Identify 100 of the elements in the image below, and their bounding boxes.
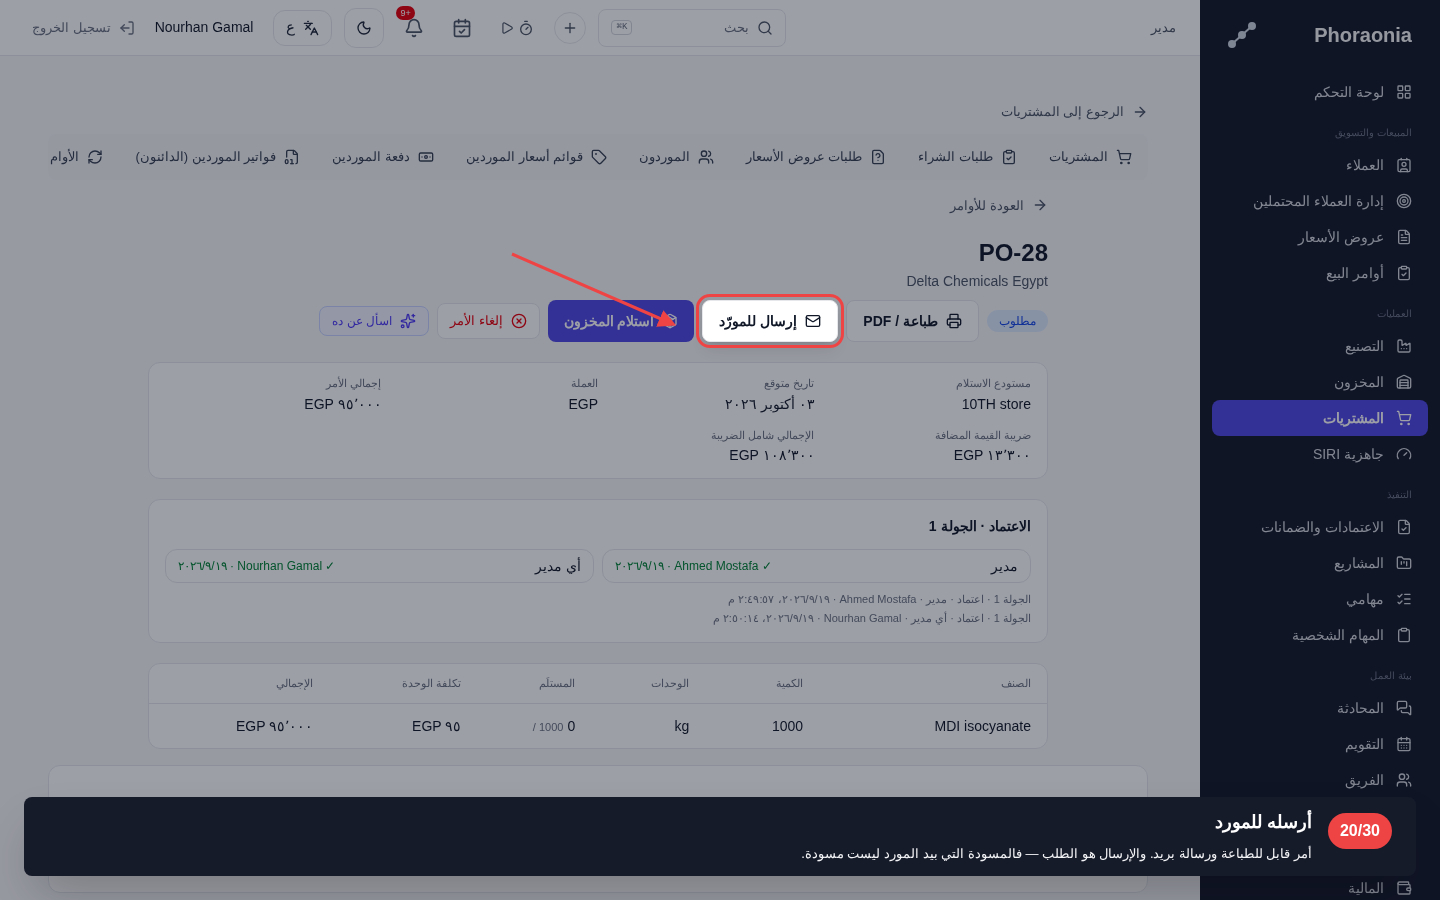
sidebar-item[interactable]: أوامر البيع (1212, 255, 1428, 291)
clipboard-icon (1396, 627, 1412, 643)
approval-result: ✓ Ahmed Mostafa · ٢٠٢٦/٩/١٩ (615, 558, 772, 575)
tour-text: أمر قابل للطباعة ورسالة بريد. والإرسال هو الطلب — فالمسودة التي بيد المورد ليست مسودة. (801, 845, 1312, 864)
tab[interactable]: المشتريات (1049, 146, 1132, 167)
tab[interactable]: الموردون (639, 146, 715, 167)
user-name: Nourhan Gamal (153, 18, 255, 37)
detail-label: مستودع الاستلام (955, 376, 1031, 392)
column-header: الوحدات (651, 676, 690, 692)
action-button[interactable]: اسأل عن ده (319, 306, 429, 336)
clipboard-icon (1001, 148, 1017, 165)
grid-icon (1396, 84, 1412, 100)
detail-value: 10TH store (961, 394, 1031, 414)
logout-button[interactable]: تسجيل الخروج (32, 17, 135, 38)
contact-icon (1396, 157, 1412, 173)
back-to-orders-link[interactable]: العودة للأوامر (950, 195, 1048, 215)
folder-icon (1396, 555, 1412, 571)
back-link[interactable]: الرجوع إلى المشتريات (1000, 102, 1148, 122)
file-question-icon (870, 148, 887, 165)
cart-icon (1116, 148, 1132, 165)
column-header: الكمية (776, 676, 804, 692)
status-badge: مطلوب (987, 310, 1048, 332)
sidebar-item[interactable]: المشاريع (1212, 545, 1428, 581)
detail-label: تاريخ متوقع (764, 376, 815, 392)
sidebar-item[interactable]: المخزون (1212, 364, 1428, 400)
sidebar-item[interactable]: المهام الشخصية (1212, 617, 1428, 653)
translate-icon (303, 19, 320, 36)
tab[interactable]: فواتير الموردين (الدائنون) (135, 146, 301, 167)
logo-text: Phoraonia (1314, 23, 1412, 48)
detail-value: EGP ١٠٨٬٣٠٠ (729, 446, 815, 465)
theme-button[interactable] (344, 7, 385, 48)
logout-icon (118, 19, 135, 36)
detail-value: ٠٣ أكتوبر ٢٠٢٦ (724, 394, 815, 415)
tab[interactable]: طلبات عروض الأسعار (746, 146, 887, 167)
timer-icon (518, 19, 535, 36)
sidebar-item[interactable]: التقويم (1212, 726, 1428, 762)
order-number: PO-28 (978, 238, 1048, 268)
detail-label: ضريبة القيمة المضافة (934, 427, 1031, 443)
sidebar-item[interactable]: عروض الأسعار (1212, 219, 1428, 255)
bell-icon (404, 17, 425, 38)
document-icon (1396, 229, 1412, 245)
step-counter: 20/30 (1327, 813, 1392, 849)
column-header: الصنف (1001, 676, 1031, 692)
table-cell-text: kg (674, 716, 690, 736)
search-input[interactable]: بحث (640, 17, 750, 38)
detail-value: EGP ١٣٬٣٠٠ (953, 446, 1031, 465)
approval-title: الاعتماد · الجولة 1 (928, 517, 1031, 537)
sidebar-item[interactable]: جاهزية SIRI (1212, 436, 1428, 472)
sidebar-item[interactable]: الفريق (1212, 762, 1428, 798)
gauge-icon (1396, 446, 1412, 462)
detail-label: الإجمالي شامل الضريبة (711, 427, 815, 443)
sidebar-item[interactable]: العملاء (1212, 147, 1428, 183)
file-check-icon (1396, 519, 1412, 535)
x-circle-icon (510, 313, 527, 329)
sidebar-item[interactable]: مهامي (1212, 581, 1428, 617)
ordered-quantity: / 1000 (532, 719, 564, 735)
role-label: مدير (1151, 18, 1176, 37)
sidebar-item[interactable]: المشتريات (1212, 400, 1428, 436)
mail-icon (805, 313, 822, 329)
action-button[interactable]: إلغاء الأمر (436, 303, 540, 339)
table-cell-text: MDI isocyanate (934, 716, 1031, 736)
detail-value: EGP ٩٥٬٠٠٠ (304, 394, 382, 414)
received-quantity: 0 (567, 716, 576, 736)
notification-badge: +9 (396, 5, 415, 20)
column-header: الإجمالي (276, 676, 314, 692)
calendar-icon (452, 17, 473, 38)
logo-icon (1228, 22, 1256, 48)
table-cell-text: EGP ٩٥٬٠٠٠ (235, 716, 314, 736)
wallet-icon (1396, 880, 1412, 896)
language-button[interactable]: ع (273, 9, 333, 46)
approval-log-entry: الجولة 1 · اعتماد · مدير · Ahmed Mostafa · ٢٠٢٦/٩/١٩، ٢:٤٩:٥٧ م (728, 592, 1031, 608)
users-icon (1396, 772, 1412, 788)
sidebar-item[interactable]: التصنيع (1212, 328, 1428, 364)
tab[interactable]: طلبات الشراء (918, 146, 1017, 167)
sidebar-item[interactable]: المحادثة (1212, 690, 1428, 726)
sidebar-item[interactable]: المالية (1212, 870, 1428, 900)
approval-log-entry: الجولة 1 · اعتماد · أي مدير · Nourhan Gamal · ٢٠٢٦/٩/١٩، ٢:٥٠:١٤ م (712, 610, 1031, 626)
calendar-icon (1396, 736, 1412, 752)
factory-icon (1396, 338, 1412, 354)
tab[interactable]: دفعة الموردين (332, 146, 434, 167)
supplier-name: Delta Chemicals Egypt (906, 272, 1048, 291)
approver-role: مدير (991, 556, 1018, 577)
approval-result: ✓ Nourhan Gamal · ٢٠٢٦/٩/١٩ (178, 558, 336, 575)
table-cell-text: 1000 (771, 716, 804, 736)
invoice-icon (284, 148, 301, 165)
sidebar-item[interactable]: لوحة التحكم (1212, 74, 1428, 110)
checklist-icon (1396, 591, 1412, 607)
action-button[interactable]: طباعة / PDF (846, 300, 979, 342)
target-icon (1396, 193, 1412, 209)
column-header: المستلَم (539, 676, 576, 692)
action-button[interactable]: استلام المخزون (547, 300, 695, 342)
sidebar-item[interactable]: إدارة العملاء المحتملين (1212, 183, 1428, 219)
clipboard-check-icon (1396, 265, 1412, 281)
tag-icon (591, 148, 608, 165)
users-icon (698, 148, 715, 165)
tab[interactable]: الأوام (50, 146, 104, 167)
detail-label: العملة (571, 376, 598, 391)
sidebar-item[interactable]: الاعتمادات والضمانات (1212, 509, 1428, 545)
cart-icon (1396, 410, 1412, 426)
tab[interactable]: قوائم أسعار الموردين (465, 146, 608, 167)
